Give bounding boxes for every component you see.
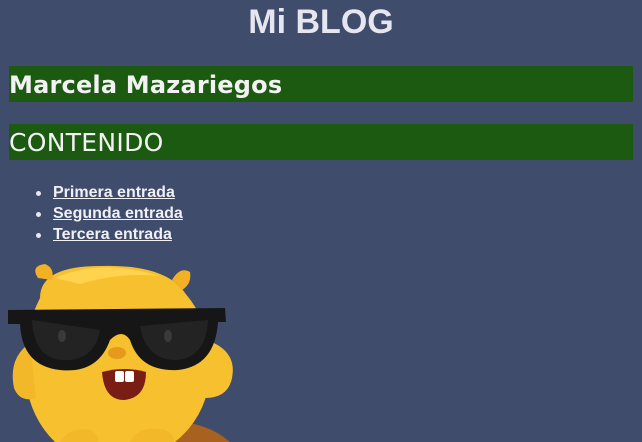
content-heading: CONTENIDO	[9, 128, 164, 157]
entries-list: Primera entrada Segunda entrada Tercera …	[34, 183, 183, 246]
bullet-icon	[36, 191, 41, 196]
link-tercera-entrada[interactable]: Tercera entrada	[53, 226, 172, 243]
list-item: Segunda entrada	[34, 204, 183, 225]
author-banner: Marcela Mazariegos	[9, 66, 633, 102]
list-item: Tercera entrada	[34, 225, 183, 246]
link-segunda-entrada[interactable]: Segunda entrada	[53, 205, 183, 222]
mascot-with-sunglasses-icon	[8, 264, 233, 442]
author-name: Marcela Mazariegos	[9, 71, 283, 99]
content-banner: CONTENIDO	[9, 124, 633, 160]
link-primera-entrada[interactable]: Primera entrada	[53, 184, 175, 201]
page-title: Mi BLOG	[248, 3, 394, 41]
bullet-icon	[36, 233, 41, 238]
bullet-icon	[36, 212, 41, 217]
list-item: Primera entrada	[34, 183, 183, 204]
